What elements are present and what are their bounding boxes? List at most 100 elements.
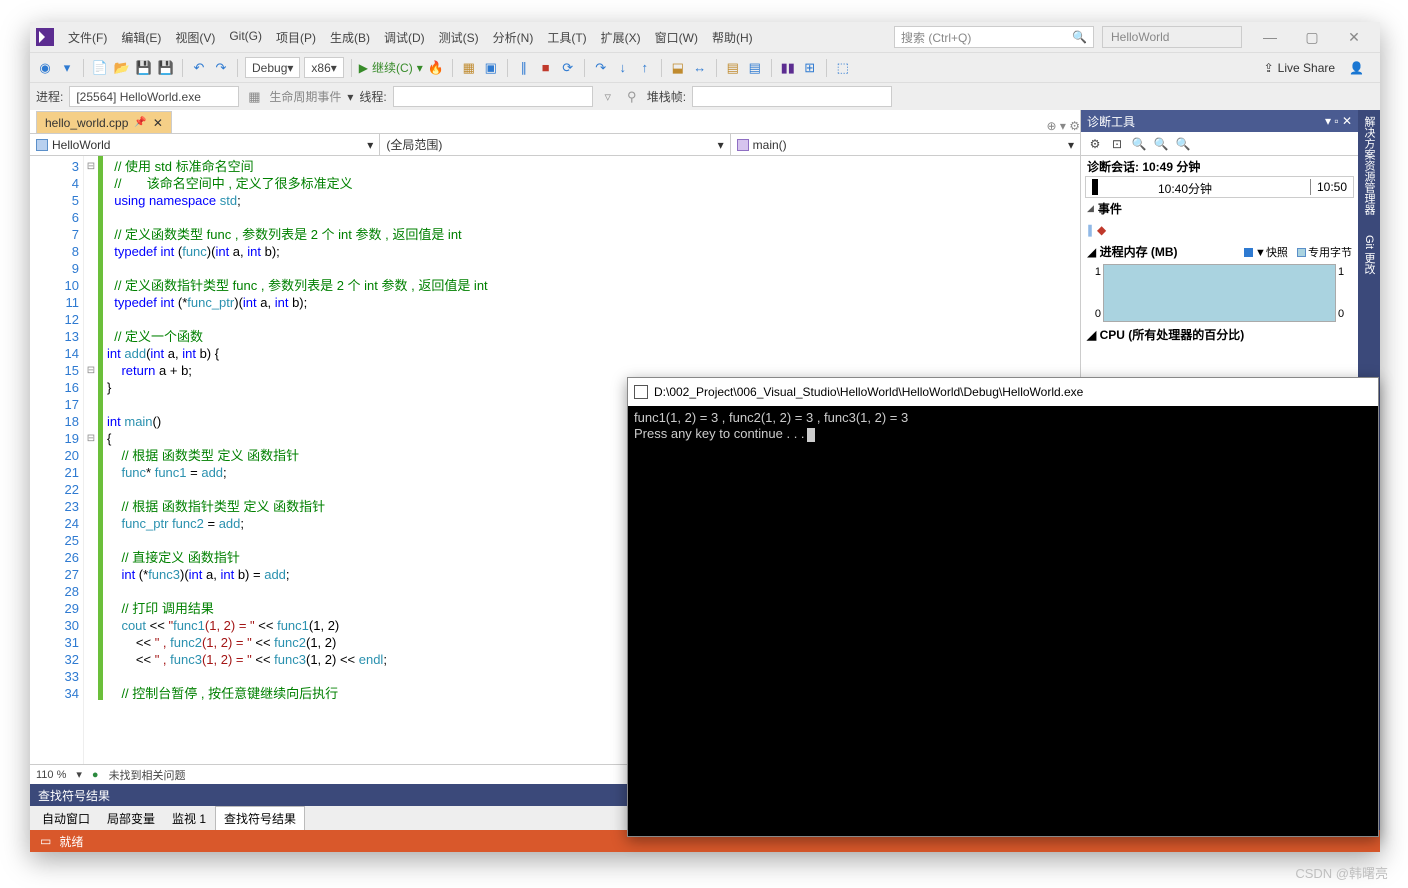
stackframe-label: 堆栈帧: <box>647 88 686 105</box>
config-combo[interactable]: Debug ▾ <box>245 57 300 78</box>
no-issues-label: 未找到相关问题 <box>109 767 186 783</box>
diag-time-ruler[interactable]: 10:40分钟 10:50 <box>1085 176 1354 198</box>
fold-column[interactable]: ⊟⊟⊟ <box>84 156 98 764</box>
side-tab[interactable]: 解决方案资源管理器 <box>1361 116 1377 215</box>
live-share-button[interactable]: ⇪ Live Share 👤 <box>1254 61 1374 75</box>
bottom-tab[interactable]: 查找符号结果 <box>215 806 305 830</box>
menu-item[interactable]: 调试(D) <box>378 26 431 49</box>
hot-reload-icon[interactable]: 🔥 <box>427 59 445 77</box>
save-icon[interactable]: 💾 <box>135 59 153 77</box>
process-label: 进程: <box>36 88 63 105</box>
tab-overflow[interactable]: ⊕ ▾ ⚙ <box>1046 119 1080 133</box>
bottom-tab[interactable]: 局部变量 <box>99 807 163 830</box>
events-row: ∥ ◆ <box>1081 219 1358 241</box>
standard-toolbar: ◉ ▾ 📄 📂 💾 💾 ↶ ↷ Debug ▾ x86 ▾ ▶ 继续(C) ▾ … <box>30 52 1380 82</box>
memory-header[interactable]: ◢ 进程内存 (MB) ▼快照 专用字节 <box>1081 241 1358 262</box>
tb-icon-a[interactable]: ⬓ <box>669 59 687 77</box>
menu-item[interactable]: 生成(B) <box>324 26 376 49</box>
memory-chart: 10 10 <box>1087 264 1352 322</box>
tb-icon-e[interactable]: ▮▮ <box>779 59 797 77</box>
stop-icon[interactable]: ■ <box>537 59 555 77</box>
chevron-down-icon[interactable]: ▾ <box>58 59 76 77</box>
maximize-button[interactable]: ▢ <box>1292 26 1332 48</box>
save-all-icon[interactable]: 💾 <box>157 59 175 77</box>
thread-combo[interactable] <box>393 86 593 107</box>
nav-scope[interactable]: (全局范围)▾ <box>380 134 730 155</box>
open-icon[interactable]: 📂 <box>113 59 131 77</box>
new-file-icon[interactable]: 📄 <box>91 59 109 77</box>
bottom-tab[interactable]: 自动窗口 <box>34 807 98 830</box>
menu-item[interactable]: Git(G) <box>223 26 268 49</box>
watermark: CSDN @韩曙亮 <box>1295 863 1388 882</box>
account-icon[interactable]: 👤 <box>1349 61 1364 75</box>
redo-icon[interactable]: ↷ <box>212 59 230 77</box>
diag-toolbar: ⚙ ⊡ 🔍 🔍 🔍 <box>1081 132 1358 156</box>
thread-icon[interactable]: ⚲ <box>623 88 641 106</box>
menu-item[interactable]: 编辑(E) <box>115 26 167 49</box>
menu-item[interactable]: 帮助(H) <box>706 26 759 49</box>
side-tab[interactable]: Git 更改 <box>1361 235 1377 274</box>
diag-title-bar[interactable]: 诊断工具 ▾ ▫ ✕ <box>1081 110 1358 132</box>
menu-item[interactable]: 分析(N) <box>487 26 540 49</box>
zoom-fit-icon[interactable]: 🔍 <box>1175 136 1191 152</box>
menu-item[interactable]: 扩展(X) <box>595 26 647 49</box>
step-out-icon[interactable]: ↑ <box>636 59 654 77</box>
process-combo[interactable]: [25564] HelloWorld.exe <box>69 86 239 107</box>
zoom-in-icon[interactable]: 🔍 <box>1153 136 1169 152</box>
menu-item[interactable]: 工具(T) <box>541 26 592 49</box>
status-icon: ▭ <box>40 834 51 848</box>
console-title-bar[interactable]: D:\002_Project\006_Visual_Studio\HelloWo… <box>628 378 1378 406</box>
zoom-level[interactable]: 110 % <box>36 769 66 781</box>
tb-icon-2[interactable]: ▣ <box>482 59 500 77</box>
document-tabs: hello_world.cpp 📌 ✕ ⊕ ▾ ⚙ <box>30 110 1080 134</box>
main-menu[interactable]: 文件(F)编辑(E)视图(V)Git(G)项目(P)生成(B)调试(D)测试(S… <box>62 26 759 49</box>
nav-member[interactable]: main()▾ <box>731 134 1080 155</box>
tb-icon-g[interactable]: ⬚ <box>834 59 852 77</box>
console-window[interactable]: D:\002_Project\006_Visual_Studio\HelloWo… <box>627 377 1379 837</box>
status-text: 就绪 <box>59 833 83 850</box>
menu-item[interactable]: 测试(S) <box>433 26 485 49</box>
minimize-button[interactable]: — <box>1250 26 1290 48</box>
lifecycle-icon[interactable]: ▦ <box>245 88 263 106</box>
tb-icon-1[interactable]: ▦ <box>460 59 478 77</box>
menu-item[interactable]: 项目(P) <box>270 26 322 49</box>
menu-item[interactable]: 窗口(W) <box>649 26 704 49</box>
zoom-out-icon[interactable]: 🔍 <box>1131 136 1147 152</box>
lifecycle-label: 生命周期事件 <box>269 88 341 105</box>
step-over-icon[interactable]: ↷ <box>592 59 610 77</box>
tb-icon-b[interactable]: ↔ <box>691 59 709 77</box>
pin-icon[interactable]: 📌 <box>134 117 146 128</box>
solution-name-box: HelloWorld <box>1102 26 1242 48</box>
vs-logo-icon <box>36 28 54 46</box>
tb-icon-c[interactable]: ▤ <box>724 59 742 77</box>
flag-icon[interactable]: ▿ <box>599 88 617 106</box>
line-gutter: 3456789101112131415161718192021222324252… <box>30 156 84 764</box>
window-controls[interactable]: — ▢ ✕ <box>1250 26 1374 48</box>
bottom-tab[interactable]: 监视 1 <box>164 807 214 830</box>
cpu-header[interactable]: ◢ CPU (所有处理器的百分比) <box>1081 324 1358 345</box>
menu-item[interactable]: 视图(V) <box>169 26 221 49</box>
console-icon <box>634 385 648 399</box>
close-button[interactable]: ✕ <box>1334 26 1374 48</box>
gear-icon[interactable]: ⚙ <box>1087 136 1103 152</box>
restart-icon[interactable]: ⟳ <box>559 59 577 77</box>
no-issues-icon: ● <box>92 769 99 781</box>
console-output: func1(1, 2) = 3 , func2(1, 2) = 3 , func… <box>628 406 1378 836</box>
step-into-icon[interactable]: ↓ <box>614 59 632 77</box>
pause-icon[interactable]: ∥ <box>515 59 533 77</box>
events-header[interactable]: 事件 <box>1081 198 1358 219</box>
tb-icon-f[interactable]: ⊞ <box>801 59 819 77</box>
platform-combo[interactable]: x86 ▾ <box>304 57 343 78</box>
search-input[interactable]: 搜索 (Ctrl+Q) 🔍 <box>894 26 1094 48</box>
continue-button[interactable]: ▶ 继续(C) ▾ <box>359 59 423 76</box>
tab-hello-world[interactable]: hello_world.cpp 📌 ✕ <box>36 111 172 133</box>
tb-icon-d[interactable]: ▤ <box>746 59 764 77</box>
search-placeholder: 搜索 (Ctrl+Q) <box>901 29 971 46</box>
stackframe-combo[interactable] <box>692 86 892 107</box>
undo-icon[interactable]: ↶ <box>190 59 208 77</box>
menu-item[interactable]: 文件(F) <box>62 26 113 49</box>
tab-close-icon[interactable]: ✕ <box>153 116 163 130</box>
zoom-reset-icon[interactable]: ⊡ <box>1109 136 1125 152</box>
nav-project[interactable]: HelloWorld▾ <box>30 134 380 155</box>
nav-back-icon[interactable]: ◉ <box>36 59 54 77</box>
